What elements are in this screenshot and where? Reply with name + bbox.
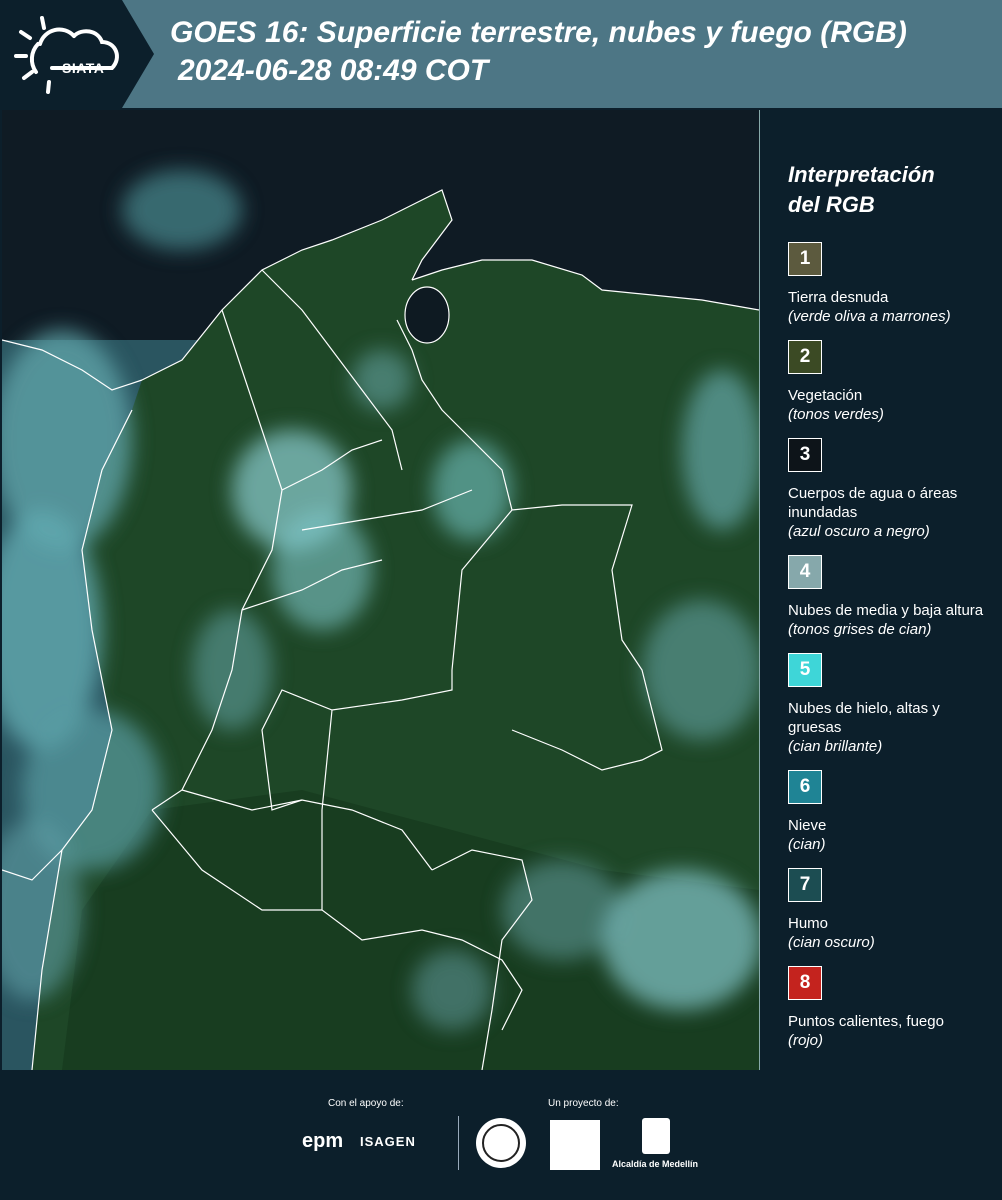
page-title: GOES 16: Superficie terrestre, nubes y f…	[170, 14, 907, 90]
legend-description: (verde oliva a marrones)	[788, 308, 951, 325]
title-line-1: GOES 16: Superficie terrestre, nubes y f…	[170, 16, 907, 49]
legend-swatch: 6	[788, 770, 822, 804]
project-label: Un proyecto de:	[548, 1098, 619, 1109]
medellin-shield-icon[interactable]	[642, 1118, 670, 1154]
sun-cloud-icon	[14, 16, 119, 94]
legend-item: 5 Nubes de hielo, altas y gruesas (cian br…	[788, 653, 988, 756]
legend-item: 3 Cuerpos de agua o áreas inundadas (azul …	[788, 438, 988, 541]
legend-swatch: 1	[788, 242, 822, 276]
satellite-image	[2, 110, 759, 1070]
footer-divider	[458, 1116, 459, 1170]
legend-item: 8 Puntos calientes, fuego (rojo)	[788, 966, 988, 1050]
medellin-label: Alcaldía de Medellín	[612, 1159, 699, 1169]
legend-title-line-2: del RGB	[788, 192, 875, 217]
legend-panel: Interpretación del RGB 1 Tierra desnuda (v…	[788, 160, 988, 1064]
seal-ring-icon	[482, 1124, 520, 1162]
legend-swatch: 5	[788, 653, 822, 687]
siata-logo[interactable]: SIATA	[12, 14, 127, 94]
legend-swatch: 4	[788, 555, 822, 589]
legend-label: Vegetación	[788, 387, 863, 404]
legend-description: (cian oscuro)	[788, 934, 875, 951]
legend-label: Humo	[788, 915, 829, 932]
legend-title: Interpretación del RGB	[788, 160, 988, 220]
legend-label: Tierra desnuda	[788, 289, 889, 306]
legend-label: Puntos calientes, fuego	[788, 1013, 944, 1030]
legend-description: (tonos grises de cian)	[788, 621, 932, 638]
legend-label: Nieve	[788, 817, 827, 834]
legend-swatch: 3	[788, 438, 822, 472]
legend-description: (tonos verdes)	[788, 406, 884, 423]
legend-swatch: 7	[788, 868, 822, 902]
isagen-logo[interactable]: ISAGEN	[360, 1134, 416, 1149]
legend-swatch: 8	[788, 966, 822, 1000]
footer: Con el apoyo de: Un proyecto de: epm ISA…	[0, 1070, 1002, 1200]
logo-text: SIATA	[62, 60, 105, 76]
legend-swatch: 2	[788, 340, 822, 374]
legend-label: Cuerpos de agua o áreas inundadas	[788, 485, 958, 521]
legend-label: Nubes de hielo, altas y gruesas	[788, 700, 940, 736]
area-metropolitana-logo[interactable]	[550, 1120, 600, 1170]
epm-logo[interactable]: epm	[302, 1130, 343, 1153]
legend-item: 1 Tierra desnuda (verde oliva a marrones)	[788, 242, 988, 326]
legend-description: (azul oscuro a negro)	[788, 523, 930, 540]
legend-item: 2 Vegetación (tonos verdes)	[788, 340, 988, 424]
legend-title-line-1: Interpretación	[788, 162, 935, 187]
legend-item: 6 Nieve (cian)	[788, 770, 988, 854]
title-line-2: 2024-06-28 08:49 COT	[178, 54, 489, 87]
satellite-map[interactable]	[2, 110, 760, 1070]
legend-items: 1 Tierra desnuda (verde oliva a marrones) 2…	[788, 242, 988, 1050]
legend-description: (cian)	[788, 836, 826, 853]
legend-label: Nubes de media y baja altura	[788, 602, 984, 619]
legend-description: (cian brillante)	[788, 738, 883, 755]
legend-description: (rojo)	[788, 1032, 824, 1049]
legend-item: 4 Nubes de media y baja altura (tonos gris…	[788, 555, 988, 639]
antioquia-seal-logo[interactable]	[476, 1118, 526, 1168]
legend-item: 7 Humo (cian oscuro)	[788, 868, 988, 952]
support-label: Con el apoyo de:	[328, 1098, 404, 1109]
